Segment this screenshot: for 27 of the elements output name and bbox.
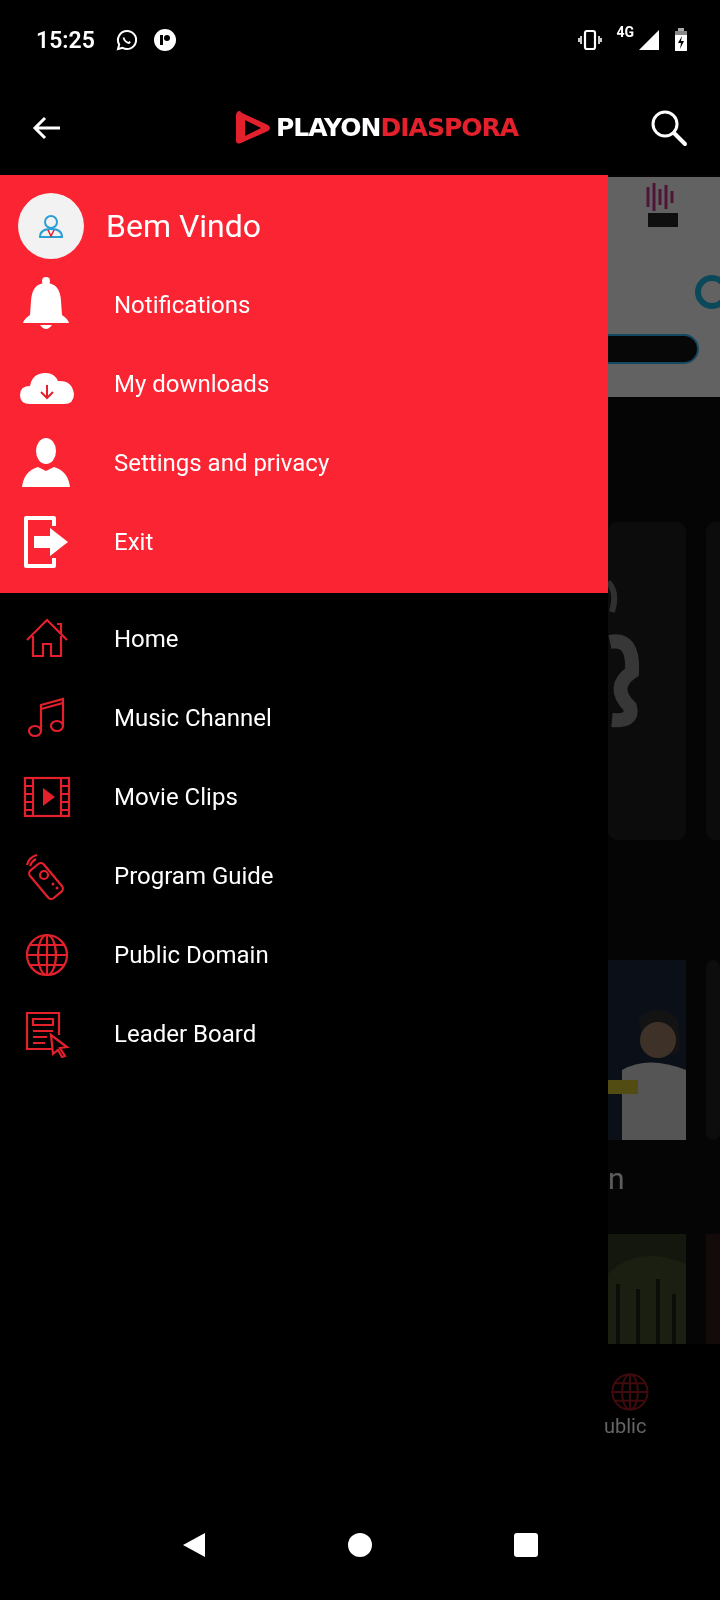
avatar-icon	[18, 193, 84, 259]
back-arrow-icon[interactable]	[32, 114, 62, 141]
circle-app-icon	[152, 28, 177, 52]
bottom-nav-label[interactable]: ublic	[604, 1414, 647, 1438]
app-logo-text: PLAYONDIASPORA	[275, 113, 519, 142]
drawer-menu-item[interactable]: Public Domain	[22, 915, 608, 994]
drawer-menu-item[interactable]: Home	[22, 599, 608, 678]
back-icon[interactable]	[181, 1531, 207, 1559]
drawer-menu-item[interactable]: Movie Clips	[22, 757, 608, 836]
search-icon[interactable]	[650, 108, 688, 147]
section-heading: n	[608, 1160, 626, 1198]
signal-icon	[638, 29, 660, 51]
vibrate-icon	[578, 29, 603, 51]
drawer-menu-item[interactable]: Program Guide	[22, 836, 608, 915]
network-type: 4G	[616, 24, 634, 40]
clock-time: 15:25	[36, 26, 95, 54]
home-icon[interactable]	[347, 1532, 373, 1558]
recents-icon[interactable]	[513, 1532, 539, 1558]
drawer-menu-item[interactable]: Notifications	[18, 265, 608, 344]
drawer-menu-item[interactable]: Music Channel	[22, 678, 608, 757]
drawer-menu-item[interactable]: My downloads	[18, 344, 608, 423]
chat-bubble-icon	[114, 28, 139, 52]
drawer-menu-item[interactable]: Exit	[18, 502, 608, 581]
greeting-text: Bem Vindo	[106, 207, 262, 245]
drawer-menu-item[interactable]: Settings and privacy	[18, 423, 608, 502]
drawer-menu-item[interactable]: Leader Board	[22, 994, 608, 1073]
battery-icon	[674, 28, 688, 52]
